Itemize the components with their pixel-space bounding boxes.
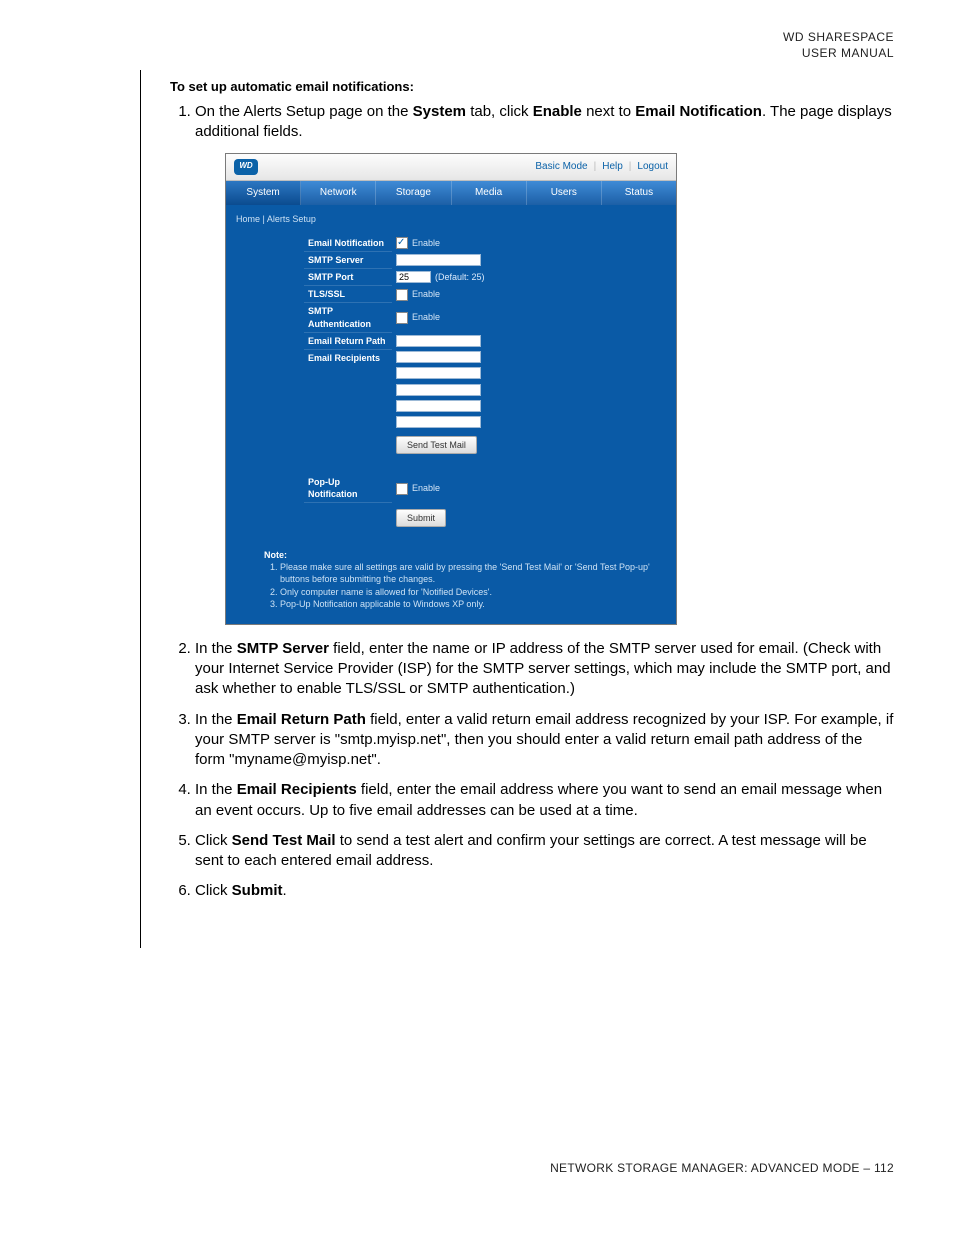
label-email-notification: Email Notification (304, 235, 392, 252)
input-recipient-5[interactable] (396, 416, 481, 428)
tab-status[interactable]: Status (602, 181, 676, 205)
tab-storage[interactable]: Storage (376, 181, 451, 205)
section-heading: To set up automatic email notifications: (170, 79, 894, 94)
tab-system[interactable]: System (226, 181, 301, 205)
label-smtp-server: SMTP Server (304, 251, 392, 268)
tab-network[interactable]: Network (301, 181, 376, 205)
wd-logo-icon: WD (234, 159, 258, 175)
label-smtp-auth: SMTP Authentication (304, 303, 392, 332)
checkbox-auth[interactable] (396, 312, 408, 324)
link-help[interactable]: Help (602, 160, 623, 174)
input-recipient-3[interactable] (396, 384, 481, 396)
label-popup-notification: Pop-Up Notification (304, 474, 392, 503)
step-3: In the Email Return Path field, enter a … (195, 710, 894, 771)
input-smtp-server[interactable] (396, 254, 481, 266)
button-submit[interactable]: Submit (396, 509, 446, 527)
step-4: In the Email Recipients field, enter the… (195, 780, 894, 821)
note-2: Only computer name is allowed for 'Notif… (280, 586, 666, 598)
checkbox-email-notif[interactable] (396, 237, 408, 249)
page-footer: NETWORK STORAGE MANAGER: ADVANCED MODE –… (550, 1161, 894, 1175)
step-6: Click Submit. (195, 881, 894, 901)
link-basic-mode[interactable]: Basic Mode (535, 160, 587, 174)
checkbox-tls[interactable] (396, 289, 408, 301)
step-2: In the SMTP Server field, enter the name… (195, 639, 894, 700)
label-smtp-port: SMTP Port (304, 269, 392, 286)
note-3: Pop-Up Notification applicable to Window… (280, 598, 666, 610)
input-recipient-1[interactable] (396, 351, 481, 363)
label-recipients: Email Recipients (304, 349, 392, 430)
vertical-rule (140, 70, 141, 948)
tab-media[interactable]: Media (452, 181, 527, 205)
label-return-path: Email Return Path (304, 332, 392, 349)
nav-tabs: System Network Storage Media Users Statu… (226, 181, 676, 205)
doc-title-1: WD SHARESPACE (60, 30, 894, 46)
app-screenshot: WD Basic Mode | Help | Logout System Net… (225, 153, 677, 625)
input-recipient-2[interactable] (396, 367, 481, 379)
doc-header: WD SHARESPACE USER MANUAL (60, 30, 894, 61)
button-send-test-mail[interactable]: Send Test Mail (396, 436, 477, 454)
app-topbar: WD Basic Mode | Help | Logout (226, 154, 676, 181)
step-1: On the Alerts Setup page on the System t… (195, 102, 894, 625)
checkbox-popup[interactable] (396, 483, 408, 495)
note-block: Note: Please make sure all settings are … (264, 549, 666, 610)
input-return-path[interactable] (396, 335, 481, 347)
input-recipient-4[interactable] (396, 400, 481, 412)
link-logout[interactable]: Logout (637, 160, 668, 174)
step-5: Click Send Test Mail to send a test aler… (195, 831, 894, 872)
tab-users[interactable]: Users (527, 181, 602, 205)
breadcrumb: Home | Alerts Setup (236, 213, 666, 225)
note-1: Please make sure all settings are valid … (280, 561, 666, 585)
label-tls-ssl: TLS/SSL (304, 286, 392, 303)
input-smtp-port[interactable] (396, 271, 431, 283)
doc-title-2: USER MANUAL (60, 46, 894, 62)
